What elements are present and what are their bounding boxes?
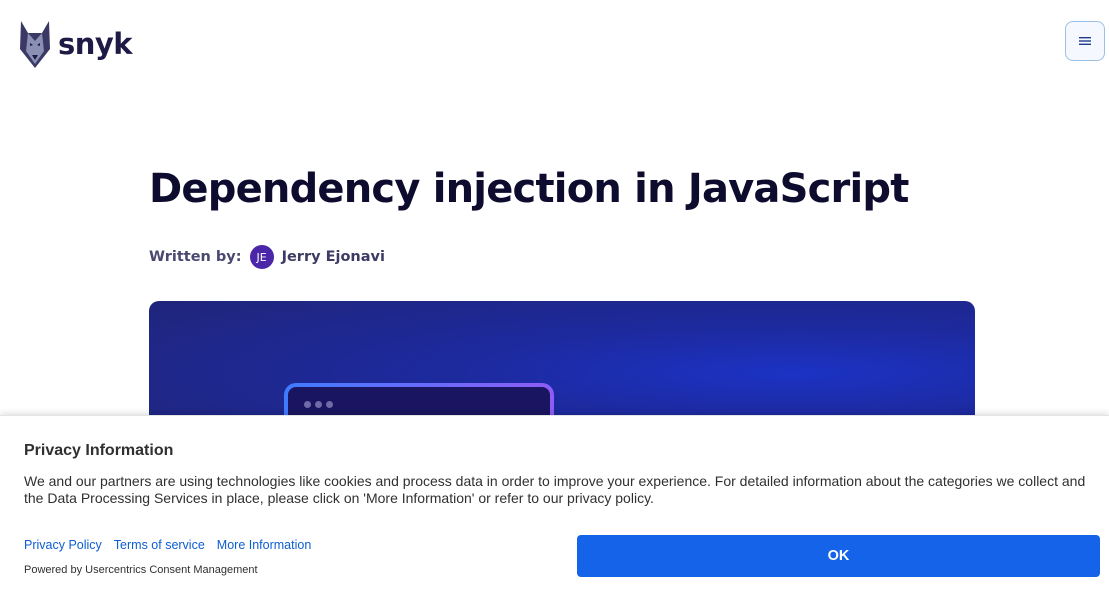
window-dots-icon [304, 401, 333, 408]
menu-button[interactable] [1065, 21, 1105, 61]
hamburger-icon [1079, 37, 1091, 45]
site-header: snyk [0, 0, 1109, 90]
consent-body-text: We and our partners are using technologi… [24, 473, 1086, 506]
byline-label: Written by: [149, 249, 242, 265]
author-name-link[interactable]: Jerry Ejonavi [282, 249, 385, 265]
more-information-link[interactable]: More Information [217, 538, 311, 552]
terms-of-service-link[interactable]: Terms of service [114, 538, 205, 552]
consent-links: Privacy Policy Terms of service More Inf… [24, 538, 311, 552]
byline: Written by: JE Jerry Ejonavi [149, 244, 385, 270]
logo-wordmark: snyk [58, 26, 133, 61]
privacy-consent-banner: Privacy Information We and our partners … [0, 415, 1109, 600]
author-avatar[interactable]: JE [249, 245, 274, 269]
snyk-logo[interactable]: snyk [18, 18, 133, 70]
powered-by-text: Powered by Usercentrics Consent Manageme… [24, 564, 258, 576]
ok-button[interactable]: OK [577, 535, 1100, 577]
snyk-dog-logo-icon [20, 21, 50, 68]
article-title: Dependency injection in JavaScript [149, 166, 909, 212]
consent-title: Privacy Information [24, 442, 174, 459]
privacy-policy-link[interactable]: Privacy Policy [24, 538, 102, 552]
